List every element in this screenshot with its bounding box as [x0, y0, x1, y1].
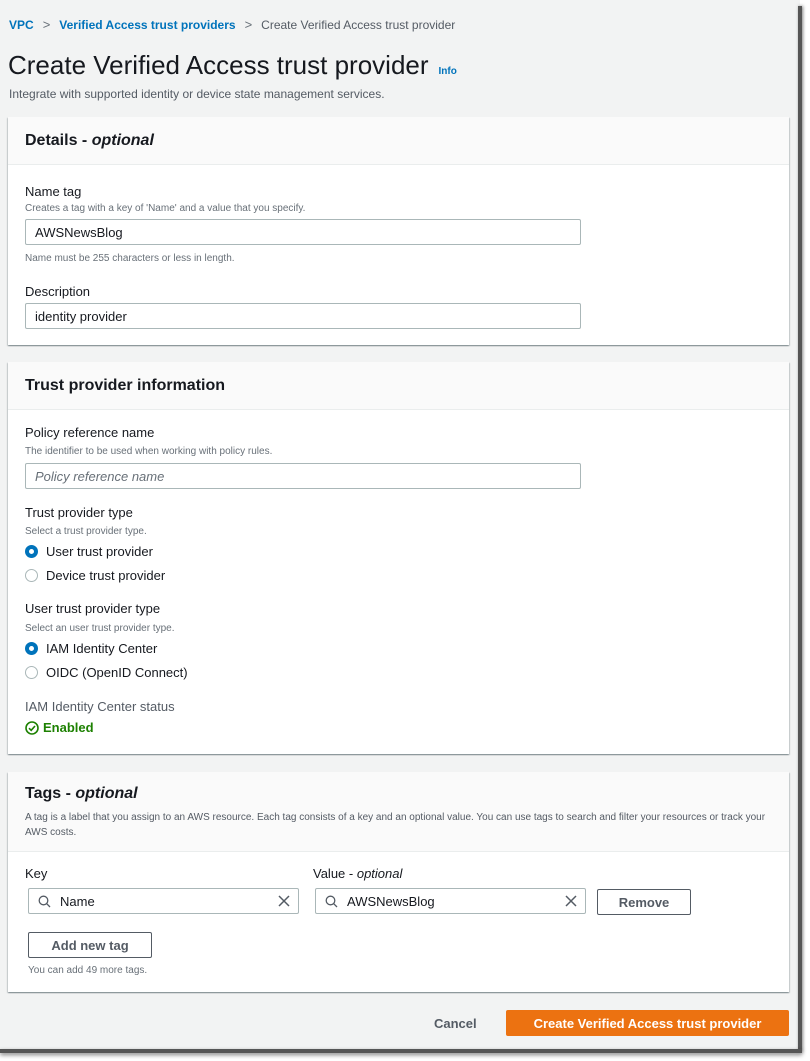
tag-key-value: Name: [60, 893, 95, 909]
radio-iam-identity-center[interactable]: IAM Identity Center: [25, 641, 157, 656]
name-tag-hint: Creates a tag with a key of 'Name' and a…: [25, 203, 306, 214]
tags-description: A tag is a label that you assign to an A…: [25, 812, 766, 838]
radio-checked-icon: [25, 545, 38, 558]
page: VPC > Verified Access trust providers > …: [0, 0, 800, 1050]
user-trust-provider-type-label: User trust provider type: [25, 601, 161, 616]
search-icon: [325, 895, 338, 908]
tag-value-label: Value - optional: [313, 866, 402, 881]
details-title-suffix: optional: [91, 131, 154, 149]
tags-title-text: Tags -: [25, 785, 76, 802]
breadcrumb: VPC > Verified Access trust providers > …: [9, 17, 455, 32]
radio-unchecked-icon: [25, 569, 38, 582]
radio-oidc[interactable]: OIDC (OpenID Connect): [25, 665, 188, 680]
description-label: Description: [25, 284, 91, 299]
clear-icon[interactable]: [564, 894, 578, 908]
radio-label: IAM Identity Center: [46, 641, 158, 656]
tag-value-input[interactable]: AWSNewsBlog: [315, 888, 586, 914]
tags-title: Tags - optional: [25, 785, 138, 803]
policy-reference-label: Policy reference name: [25, 425, 155, 440]
cancel-button[interactable]: Cancel: [434, 1016, 477, 1031]
search-icon: [38, 895, 51, 908]
radio-user-trust-provider[interactable]: User trust provider: [25, 544, 153, 559]
trust-info-card-header: Trust provider information: [8, 362, 789, 410]
torn-edge-bottom: [0, 1049, 802, 1053]
torn-edge-right: [798, 6, 802, 1052]
info-link[interactable]: Info: [439, 66, 457, 77]
description-input[interactable]: identity provider: [25, 303, 581, 329]
radio-checked-icon: [25, 642, 38, 655]
tag-key-label: Key: [25, 866, 48, 881]
radio-label: OIDC (OpenID Connect): [46, 665, 188, 680]
tag-value-label-suffix: optional: [356, 866, 403, 881]
policy-reference-input[interactable]: Policy reference name: [25, 463, 581, 489]
breadcrumb-current: Create Verified Access trust provider: [261, 17, 456, 32]
page-title-text: Create Verified Access trust provider: [8, 50, 429, 80]
breadcrumb-trust-providers[interactable]: Verified Access trust providers: [59, 18, 235, 32]
tag-value-label-text: Value -: [313, 866, 357, 881]
policy-reference-hint: The identifier to be used when working w…: [25, 446, 273, 457]
name-tag-label: Name tag: [25, 184, 82, 199]
iam-status-value: Enabled: [25, 720, 94, 735]
radio-device-trust-provider[interactable]: Device trust provider: [25, 568, 165, 583]
radio-unchecked-icon: [25, 666, 38, 679]
iam-status-label: IAM Identity Center status: [25, 699, 175, 714]
name-tag-input[interactable]: AWSNewsBlog: [25, 219, 581, 245]
page-title: Create Verified Access trust provider In…: [8, 50, 457, 81]
radio-label: Device trust provider: [46, 568, 166, 583]
remove-tag-button[interactable]: Remove: [597, 889, 691, 915]
chevron-right-icon: >: [244, 17, 253, 32]
status-text: Enabled: [43, 720, 94, 735]
tags-remaining-hint: You can add 49 more tags.: [28, 965, 148, 976]
details-title: Details - optional: [25, 132, 154, 150]
add-new-tag-button[interactable]: Add new tag: [28, 932, 152, 958]
chevron-right-icon: >: [42, 17, 51, 32]
details-title-text: Details -: [25, 131, 92, 149]
tags-title-suffix: optional: [75, 785, 138, 802]
tag-key-input[interactable]: Name: [28, 888, 299, 914]
page-description: Integrate with supported identity or dev…: [9, 87, 385, 101]
tags-card-header: Tags - optional A tag is a label that yo…: [8, 772, 789, 852]
check-circle-icon: [25, 720, 39, 735]
create-trust-provider-button[interactable]: Create Verified Access trust provider: [506, 1010, 789, 1036]
tag-value-value: AWSNewsBlog: [347, 893, 435, 909]
clear-icon[interactable]: [277, 894, 291, 908]
trust-info-title: Trust provider information: [25, 376, 226, 394]
details-card-header: Details - optional: [8, 117, 789, 165]
trust-provider-type-hint: Select a trust provider type.: [25, 526, 147, 537]
details-card: Details - optional Name tag Creates a ta…: [8, 117, 789, 345]
breadcrumb-vpc[interactable]: VPC: [9, 18, 34, 32]
tags-card: Tags - optional A tag is a label that yo…: [8, 772, 789, 992]
trust-info-card: Trust provider information Policy refere…: [8, 362, 789, 754]
radio-label: User trust provider: [46, 544, 153, 559]
name-tag-constraint: Name must be 255 characters or less in l…: [25, 253, 235, 264]
user-trust-provider-type-hint: Select an user trust provider type.: [25, 623, 175, 634]
trust-provider-type-label: Trust provider type: [25, 505, 133, 520]
